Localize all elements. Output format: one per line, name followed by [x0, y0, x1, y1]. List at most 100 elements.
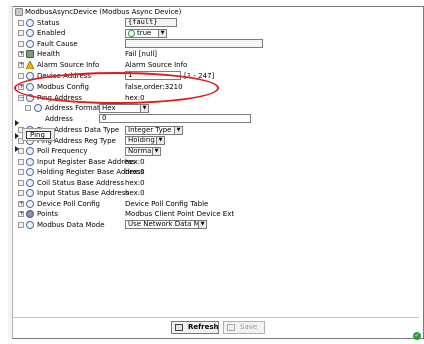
save-icon: [227, 324, 235, 331]
alarm-source-label: Alarm Source Info: [37, 60, 100, 69]
input-reg-base-icon: [26, 157, 34, 166]
side-arrow-icon[interactable]: [15, 120, 19, 126]
expand-icon[interactable]: +: [18, 61, 24, 68]
input-status-base-label: Input Status Base Address: [37, 189, 130, 197]
expand-icon[interactable]: [18, 179, 24, 186]
chevron-down-icon[interactable]: ▼: [140, 104, 148, 112]
points-value: Modbus Client Point Device Ext: [125, 210, 235, 218]
poll-frequency-label: Poll Frequency: [37, 147, 88, 155]
holding-reg-base-icon: [26, 168, 34, 176]
save-label: Save: [240, 323, 258, 331]
chevron-down-icon[interactable]: ▼: [158, 29, 166, 37]
input-reg-base-value: hex:0: [125, 157, 145, 166]
check-circle-icon: ✓: [413, 332, 421, 340]
address-input[interactable]: 0: [99, 114, 251, 123]
expand-icon[interactable]: [18, 221, 24, 228]
row-address-format: Address Format Hex ▼: [13, 103, 419, 114]
status-label: Status: [37, 18, 60, 27]
ping-reg-type-select[interactable]: Holding ▼: [125, 136, 165, 145]
fault-cause-value: [125, 39, 263, 48]
expand-icon[interactable]: +: [18, 51, 24, 57]
input-status-base-value: hex:0: [125, 189, 145, 197]
chevron-down-icon[interactable]: ▼: [152, 147, 160, 155]
poll-frequency-select[interactable]: Normal ▼: [125, 146, 161, 156]
address-format-select[interactable]: Hex ▼: [99, 103, 149, 113]
row-ping-reg-type: Ping Address Reg Type Holding ▼: [13, 136, 419, 147]
expand-icon[interactable]: [18, 40, 24, 47]
enabled-label: Enabled: [37, 29, 66, 37]
save-button[interactable]: Save: [223, 321, 265, 334]
device-poll-config-label: Device Poll Config: [37, 199, 100, 208]
input-status-base-icon: [26, 189, 34, 197]
holding-reg-base-value: hex:0: [125, 168, 145, 176]
status-value: {fault}: [125, 18, 177, 27]
side-arrow-icon[interactable]: [15, 133, 19, 139]
expand-icon[interactable]: [18, 19, 24, 26]
expand-icon[interactable]: −: [18, 94, 24, 101]
status-icon: [26, 18, 34, 27]
device-poll-config-value: Device Poll Config Table: [125, 199, 209, 208]
chevron-down-icon[interactable]: ▼: [156, 137, 164, 144]
row-status: Status {fault}: [13, 18, 419, 29]
address-format-icon: [34, 104, 42, 112]
coil-status-base-value: hex:0: [125, 178, 145, 187]
enabled-select[interactable]: true ▼: [125, 28, 167, 38]
row-enabled: Enabled true ▼: [13, 28, 419, 39]
row-health: + Health Fail [null]: [13, 49, 419, 60]
button-bar: Refresh Save: [13, 317, 419, 337]
refresh-label: Refresh: [188, 323, 219, 331]
points-icon: [26, 210, 34, 218]
chevron-down-icon[interactable]: ▼: [198, 221, 206, 228]
data-mode-label: Modbus Data Mode: [37, 220, 105, 229]
row-input-status-base: Input Status Base Address hex:0: [13, 188, 419, 199]
ping-popup-label[interactable]: Ping: [26, 131, 51, 139]
input-reg-base-label: Input Register Base Address: [37, 157, 136, 166]
enabled-state-icon: [128, 29, 135, 37]
ping-reg-type-value: Holding: [128, 136, 155, 144]
poll-frequency-icon: [26, 147, 34, 155]
row-fault-cause: Fault Cause: [13, 39, 419, 50]
device-icon: [15, 8, 23, 16]
enabled-value: true: [137, 28, 152, 37]
expand-icon[interactable]: [25, 105, 31, 111]
row-data-mode: Modbus Data Mode Use Network Data Mode ▼: [13, 220, 419, 231]
row-points: + Points Modbus Client Point Device Ext: [13, 209, 419, 220]
expand-icon[interactable]: [18, 30, 24, 36]
alarm-source-value: Alarm Source Info: [125, 60, 188, 69]
address-format-value: Hex: [102, 103, 116, 112]
enabled-icon: [26, 29, 34, 37]
refresh-icon: [175, 324, 183, 331]
device-poll-config-icon: [26, 199, 34, 208]
expand-icon[interactable]: [18, 73, 24, 79]
expand-icon[interactable]: +: [18, 211, 24, 217]
row-coil-status-base: Coil Status Base Address hex:0: [13, 178, 419, 189]
property-sheet: ModbusAsyncDevice (Modbus Async Device) …: [13, 7, 419, 315]
row-holding-reg-base: Holding Register Base Address hex:0: [13, 167, 419, 178]
address-label: Address: [45, 114, 73, 123]
sheet-title: ModbusAsyncDevice (Modbus Async Device): [25, 8, 182, 16]
data-mode-select[interactable]: Use Network Data Mode ▼: [125, 220, 207, 229]
row-alarm-source: + Alarm Source Info Alarm Source Info: [13, 59, 419, 71]
ping-data-type-select[interactable]: Integer Type ▼: [125, 125, 183, 135]
health-label: Health: [37, 50, 60, 58]
refresh-button[interactable]: Refresh: [171, 321, 219, 334]
fault-cause-label: Fault Cause: [37, 39, 78, 48]
ping-data-type-value: Integer Type: [128, 125, 172, 134]
coil-status-base-label: Coil Status Base Address: [37, 178, 124, 187]
row-ping-data-type: Ping Address Data Type Integer Type ▼: [13, 125, 419, 136]
points-label: Points: [37, 210, 59, 218]
poll-frequency-value: Normal: [128, 146, 154, 155]
expand-icon[interactable]: [18, 169, 24, 175]
chevron-down-icon[interactable]: ▼: [174, 126, 182, 134]
expand-icon[interactable]: +: [18, 200, 24, 207]
ping-popup[interactable]: Ping: [22, 128, 55, 141]
row-device-poll-config: + Device Poll Config Device Poll Config …: [13, 199, 419, 210]
side-arrow-icon[interactable]: [15, 146, 19, 152]
fault-cause-icon: [26, 39, 34, 48]
row-poll-frequency: Poll Frequency Normal ▼: [13, 146, 419, 157]
alarm-icon: [25, 59, 35, 69]
coil-status-base-icon: [26, 178, 34, 187]
address-format-label: Address Format: [45, 104, 100, 112]
expand-icon[interactable]: [18, 158, 24, 165]
expand-icon[interactable]: [18, 190, 24, 196]
